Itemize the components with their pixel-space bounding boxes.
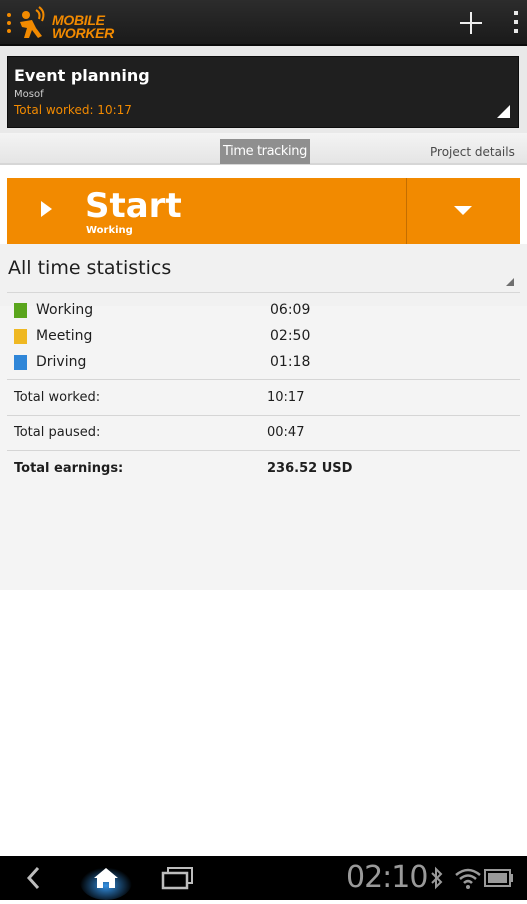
wifi-icon — [454, 866, 482, 890]
activity-time: 02:50 — [270, 328, 311, 344]
app-menu-icon[interactable] — [6, 13, 12, 35]
start-button[interactable]: Start Working — [7, 178, 407, 244]
total-paused-value: 00:47 — [267, 425, 305, 440]
chevron-down-icon — [454, 206, 472, 215]
tab-project-details[interactable]: Project details — [430, 145, 515, 159]
activity-time: 01:18 — [270, 354, 311, 370]
divider — [7, 415, 520, 416]
activity-dropdown-button[interactable] — [407, 178, 520, 244]
total-earnings-label: Total earnings: — [14, 461, 124, 476]
bluetooth-icon — [430, 866, 444, 890]
add-button[interactable] — [452, 5, 490, 41]
project-client: Mosof — [14, 89, 44, 100]
corner-triangle-icon — [497, 105, 510, 118]
plus-icon — [460, 12, 482, 34]
activity-name: Working — [36, 302, 94, 318]
activity-row-meeting: Meeting 02:50 — [0, 327, 527, 349]
stats-title: All time statistics — [8, 257, 172, 279]
color-swatch — [14, 329, 27, 344]
tab-time-tracking[interactable]: Time tracking — [220, 139, 310, 164]
app-logo-text: MOBILE WORKER — [52, 12, 114, 41]
activity-name: Meeting — [36, 328, 93, 344]
system-nav-bar: 02:10 — [0, 856, 527, 900]
project-total-worked: Total worked: 10:17 — [14, 103, 132, 117]
total-earnings-value: 236.52 USD — [267, 461, 353, 476]
color-swatch — [14, 355, 27, 370]
start-label: Start — [85, 186, 182, 226]
play-icon — [41, 201, 52, 217]
project-title: Event planning — [14, 66, 150, 85]
worker-logo-icon — [20, 6, 45, 38]
app-logo[interactable]: MOBILE WORKER — [16, 6, 120, 42]
project-card[interactable]: Event planning Mosof Total worked: 10:17 — [7, 56, 519, 128]
activity-time: 06:09 — [270, 302, 311, 318]
recent-apps-icon[interactable] — [158, 865, 198, 891]
corner-triangle-icon — [506, 278, 514, 286]
home-icon[interactable] — [80, 856, 132, 900]
overflow-menu-icon[interactable] — [506, 6, 526, 40]
current-activity-label: Working — [86, 225, 133, 236]
activity-row-driving: Driving 01:18 — [0, 353, 527, 375]
activity-name: Driving — [36, 354, 87, 370]
action-bar: MOBILE WORKER — [0, 0, 527, 46]
total-paused-label: Total paused: — [14, 425, 101, 440]
total-worked-value: 10:17 — [267, 390, 305, 405]
activity-row-working: Working 06:09 — [0, 301, 527, 323]
divider — [7, 292, 520, 293]
total-worked-label: Total worked: — [14, 390, 101, 405]
divider — [7, 450, 520, 451]
divider — [7, 379, 520, 380]
back-icon[interactable] — [22, 864, 48, 892]
color-swatch — [14, 303, 27, 318]
clock: 02:10 — [346, 860, 428, 895]
battery-icon — [484, 869, 514, 887]
